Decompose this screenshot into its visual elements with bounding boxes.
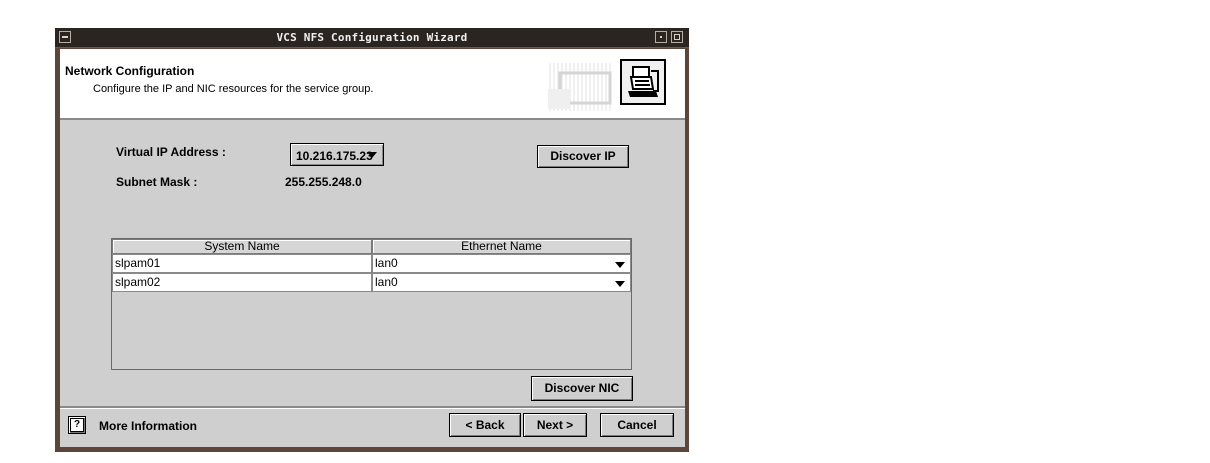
next-label: Next >	[536, 418, 574, 432]
system-name-cell[interactable]: slpam01	[112, 254, 372, 273]
page-title: Network Configuration	[65, 64, 195, 78]
subnet-mask-label: Subnet Mask :	[116, 175, 198, 189]
page-header: Network Configuration Configure the IP a…	[60, 49, 685, 120]
system-name-cell[interactable]: slpam02	[112, 273, 372, 292]
help-icon[interactable]	[68, 416, 86, 434]
ethernet-name-value: lan0	[375, 256, 398, 270]
cancel-label: Cancel	[617, 418, 657, 432]
table-row[interactable]: slpam01 lan0	[112, 254, 631, 273]
table-header: System Name Ethernet Name	[112, 239, 631, 254]
subnet-mask-value: 255.255.248.0	[285, 175, 362, 189]
ethernet-name-select[interactable]: lan0	[372, 273, 631, 292]
wizard-content: Network Configuration Configure the IP a…	[60, 49, 685, 447]
virtual-ip-label: Virtual IP Address :	[116, 145, 226, 159]
discover-nic-button[interactable]: Discover NIC	[531, 376, 633, 401]
minimize-icon[interactable]	[655, 31, 667, 43]
ethernet-name-value: lan0	[375, 275, 398, 289]
dropdown-arrow-icon[interactable]	[615, 262, 625, 268]
window-title: VCS NFS Configuration Wizard	[276, 31, 468, 44]
maximize-icon[interactable]	[671, 31, 683, 43]
ethernet-name-select[interactable]: lan0	[372, 254, 631, 273]
column-header-system-name[interactable]: System Name	[112, 239, 372, 254]
discover-nic-label: Discover NIC	[544, 381, 620, 395]
back-button[interactable]: < Back	[449, 413, 521, 437]
dropdown-arrow-icon[interactable]	[615, 281, 625, 287]
discover-ip-label: Discover IP	[550, 149, 616, 163]
wizard-icon	[620, 59, 666, 105]
column-header-ethernet-name[interactable]: Ethernet Name	[372, 239, 631, 254]
header-graphic-icon	[548, 63, 612, 111]
cancel-button[interactable]: Cancel	[600, 413, 674, 437]
back-label: < Back	[465, 418, 505, 432]
nic-table: System Name Ethernet Name slpam01 lan0 s…	[111, 238, 632, 370]
title-bar[interactable]: VCS NFS Configuration Wizard	[55, 28, 689, 48]
virtual-ip-value: 10.216.175.23	[296, 149, 373, 163]
wizard-window: VCS NFS Configuration Wizard Network Con…	[55, 28, 689, 452]
footer-divider	[60, 406, 685, 409]
table-row[interactable]: slpam02 lan0	[112, 273, 631, 292]
dropdown-arrow-icon	[367, 152, 377, 158]
discover-ip-button[interactable]: Discover IP	[537, 145, 629, 168]
more-information-link[interactable]: More Information	[99, 419, 197, 433]
page-subtitle: Configure the IP and NIC resources for t…	[93, 83, 374, 95]
virtual-ip-select[interactable]: 10.216.175.23	[290, 143, 384, 166]
next-button[interactable]: Next >	[523, 413, 587, 437]
